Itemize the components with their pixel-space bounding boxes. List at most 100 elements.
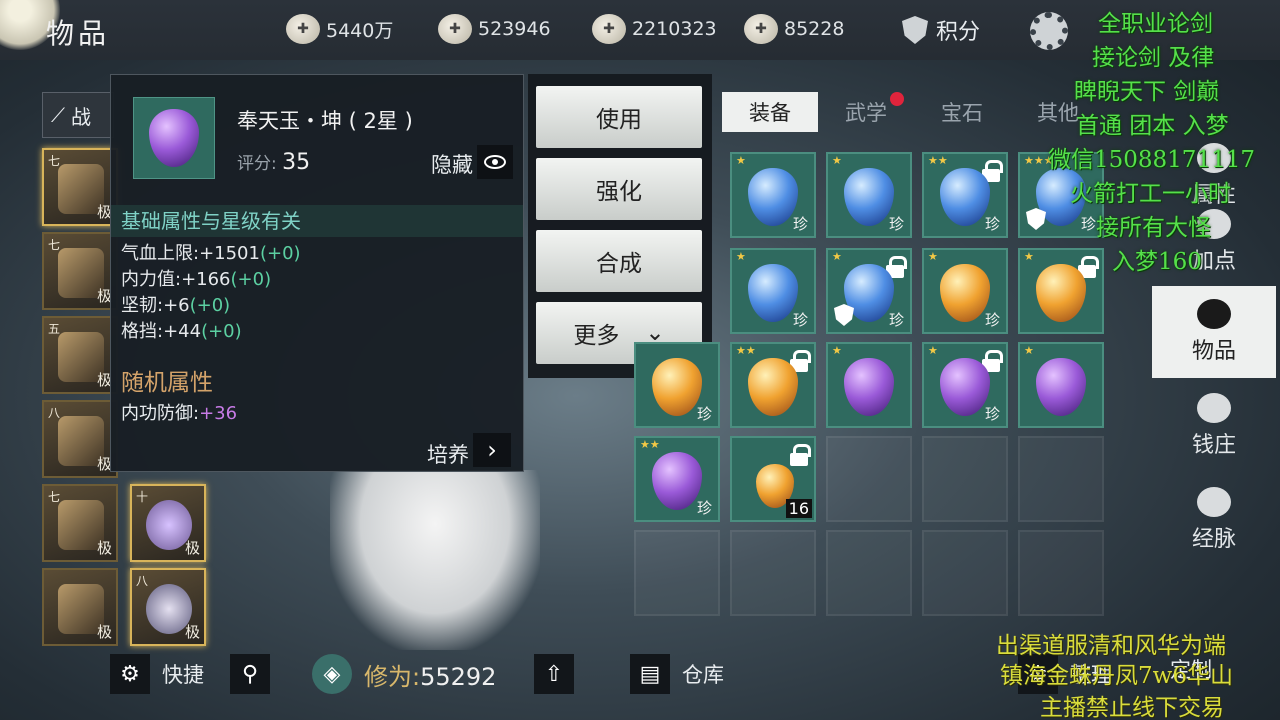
nav-label: 钱庄 (1191, 433, 1236, 458)
rarity-label: 珍 (888, 215, 904, 233)
inventory-item[interactable]: ★★ 珍 (634, 436, 720, 522)
inventory-item[interactable]: ★ 珍 (922, 248, 1008, 334)
nav-items[interactable]: 物品 (1152, 286, 1276, 378)
equip-slot-legs[interactable]: 七 极 (42, 484, 118, 562)
lock-icon (790, 444, 811, 466)
search-button[interactable]: ⚲ (230, 654, 270, 694)
slot-level: 七 (48, 154, 61, 168)
tab-equipment[interactable]: 装备 (722, 92, 818, 132)
attr-label: 内功防御: (121, 403, 200, 424)
nav-label: 经脉 (1191, 527, 1236, 552)
inventory-item[interactable]: ★ 珍 (730, 248, 816, 334)
gear-icon: ⚙ (110, 654, 150, 694)
slot-level: 八 (48, 406, 61, 420)
overlay-footer-line: 出渠道服清和风华为端 (996, 633, 1226, 659)
inventory-empty-slot[interactable] (634, 530, 720, 616)
inventory-item[interactable]: ★ 珍 (826, 248, 912, 334)
currency-value: 85228 (784, 18, 845, 40)
inventory-item[interactable]: 16 (730, 436, 816, 522)
item-name: 奉天玉・坤 ( 2星 ) (237, 109, 413, 133)
inventory-item[interactable]: ★ 珍 (730, 152, 816, 238)
rarity-label: 珍 (984, 311, 1000, 329)
rarity-label: 珍 (984, 405, 1000, 423)
foster-button[interactable]: › (473, 433, 511, 467)
shortcut-label: 快捷 (162, 663, 204, 687)
star-rating: ★ (736, 154, 746, 167)
enhance-label: 强化 (596, 179, 642, 205)
blue-gem-icon (940, 168, 990, 226)
inventory-item[interactable]: ★ (1018, 248, 1104, 334)
rarity-label: 珍 (888, 311, 904, 329)
use-button[interactable]: 使用 (536, 86, 702, 148)
item-icon (133, 97, 215, 179)
tab-combat[interactable]: ⟋ 战 (42, 92, 114, 138)
star-rating: ★ (1024, 250, 1034, 263)
equip-slot-weapon[interactable]: 七 极 (42, 148, 118, 226)
random-attr-row: 内功防御:+36 (121, 399, 237, 425)
purple-gem-icon (149, 109, 199, 167)
magnifier-icon: ⚲ (230, 654, 270, 694)
cultivation-label: 修为: (364, 662, 421, 691)
currency-value: 2210323 (632, 18, 717, 40)
enhance-button[interactable]: 强化 (536, 158, 702, 220)
nav-bank[interactable]: 钱庄 (1152, 380, 1276, 472)
currency-value: 5440万 (326, 19, 394, 42)
inventory-item[interactable]: ★ (1018, 342, 1104, 428)
inventory-empty-slot[interactable] (922, 530, 1008, 616)
inventory-item[interactable]: ★ 珍 (826, 152, 912, 238)
shortcut-button[interactable]: ⚙ 快捷 (110, 654, 204, 694)
hide-toggle-button[interactable] (477, 145, 513, 179)
star-rating: ★ (928, 250, 938, 263)
stack-count: 16 (785, 499, 812, 518)
slot-level: 十 (136, 490, 149, 504)
inventory-empty-slot[interactable] (1018, 436, 1104, 522)
settings-gear-icon[interactable] (1030, 12, 1068, 50)
tab-gems[interactable]: 宝石 (914, 92, 1010, 132)
combine-button[interactable]: 合成 (536, 230, 702, 292)
inventory-item[interactable]: ★★ (730, 342, 816, 428)
attr-label: 内力值:+166 (121, 269, 231, 290)
upgrade-button[interactable]: ⇧ (534, 654, 574, 694)
slot-level: 七 (48, 238, 61, 252)
inventory-empty-slot[interactable] (826, 436, 912, 522)
currency-jade: ✚ 2210323 (592, 14, 717, 44)
equip-slot-body[interactable]: 五 极 (42, 316, 118, 394)
equip-slot-head[interactable]: 七 极 (42, 232, 118, 310)
jade-icon: ✚ (592, 14, 626, 44)
equip-slot-ring[interactable]: 十 极 (130, 484, 206, 562)
gold-ingot-icon: ✚ (744, 14, 778, 44)
equip-slot-amulet[interactable]: 八 极 (130, 568, 206, 646)
inventory-empty-slot[interactable] (826, 530, 912, 616)
inventory-empty-slot[interactable] (1018, 530, 1104, 616)
inventory-empty-slot[interactable] (730, 530, 816, 616)
item-tooltip: 奉天玉・坤 ( 2星 ) 评分: 35 隐藏 基础属性与星级有关 气血上限:+1… (110, 74, 524, 472)
attr-row: 内力值:+166(+0) (121, 267, 301, 293)
inventory-empty-slot[interactable] (922, 436, 1008, 522)
shield-icon (834, 304, 854, 326)
inventory-tabs: 装备 武学 宝石 其他 (722, 92, 1106, 132)
nav-meridian[interactable]: 经脉 (1152, 474, 1276, 566)
equip-slot-belt[interactable]: 八 极 (42, 400, 118, 478)
inventory-item[interactable]: ★ (826, 342, 912, 428)
warehouse-label: 仓库 (682, 663, 724, 687)
slot-quality: 极 (96, 623, 112, 641)
inventory-item[interactable]: ★ 珍 (922, 342, 1008, 428)
blue-gem-icon (748, 168, 798, 226)
overlay-line: 火箭打工一小时 (1070, 181, 1231, 207)
slot-quality: 极 (96, 539, 112, 557)
star-rating: ★★ (928, 154, 948, 167)
inventory-item[interactable]: 珍 (634, 342, 720, 428)
warehouse-button[interactable]: ▤ 仓库 (630, 654, 724, 694)
attr-bonus: (+0) (189, 295, 231, 316)
inventory-item[interactable]: ★★ 珍 (922, 152, 1008, 238)
overlay-line: 睥睨天下 剑巅 (1074, 79, 1220, 105)
overlay-line: 首通 团本 入梦 (1076, 113, 1229, 139)
overlay-line: 微信15088171117 (1048, 147, 1255, 173)
star-rating: ★ (832, 154, 842, 167)
points-button[interactable]: 积分 (902, 14, 980, 46)
rarity-label: 珍 (696, 499, 712, 517)
cultivation-number: 55292 (420, 662, 497, 691)
tab-martial[interactable]: 武学 (818, 92, 914, 132)
equip-slot-boots[interactable]: 极 (42, 568, 118, 646)
attr-label: 气血上限:+1501 (121, 243, 260, 264)
